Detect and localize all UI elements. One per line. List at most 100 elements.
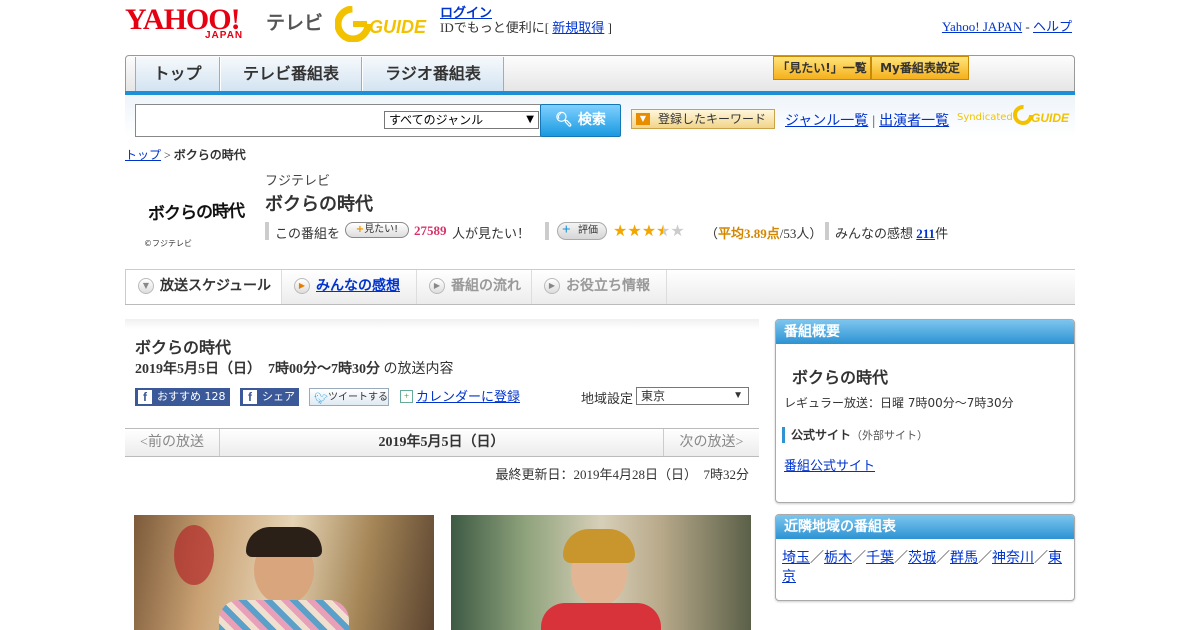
facebook-share-label: シェア: [262, 390, 295, 403]
photo-flowers: [174, 525, 214, 585]
broadcast-datetime: 2019年5月5日（日） 7時00分～7時30分 の放送内容: [135, 358, 454, 378]
tab-nagare[interactable]: ▶ 番組の流れ: [417, 270, 532, 304]
genre-select[interactable]: すべてのジャンル ▼: [384, 111, 539, 129]
photo-person-hair: [246, 527, 322, 557]
rate-button[interactable]: + 評価: [557, 222, 607, 240]
nav-tab-radio-schedule[interactable]: ラジオ番組表: [362, 57, 504, 92]
rating-open: （: [705, 226, 719, 241]
rating-average-value: 平均3.89点: [718, 226, 780, 241]
mitai-suffix: 人が見たい！: [452, 226, 531, 241]
play-arrow-icon: ▶: [429, 278, 445, 294]
broadcast-title: ボクらの時代: [135, 338, 232, 357]
play-arrow-icon: ▶: [294, 278, 310, 294]
rating-people: /53人）: [779, 226, 823, 241]
station-name: フジテレビ: [265, 174, 331, 189]
search-button[interactable]: 🔍︎ 検索: [540, 104, 621, 137]
facebook-icon: f: [243, 390, 257, 404]
header-dash: -: [1022, 19, 1033, 34]
calendar-register-label: カレンダーに登録: [416, 389, 521, 404]
region-link-ibaraki[interactable]: 茨城: [908, 550, 936, 566]
main-nav: トップ テレビ番組表 ラジオ番組表 「見たい!」一覧 My番組表設定: [125, 55, 1075, 93]
nav-tab-top[interactable]: トップ: [135, 57, 220, 92]
official-site-link[interactable]: 番組公式サイト: [784, 455, 875, 474]
login-link[interactable]: ログイン: [440, 5, 492, 20]
photo-person-shirt: [219, 600, 349, 630]
program-logo: ボクらの時代 ©フジテレビ: [140, 190, 250, 250]
header-right-links: Yahoo! JAPAN - ヘルプ: [942, 16, 1072, 35]
play-arrow-icon: ▶: [544, 278, 560, 294]
region-sep: ／: [1034, 550, 1048, 566]
plus-icon: +: [562, 222, 571, 238]
share-row: f おすすめ 128 f シェア 🐦︎ ツイートする + カレンダーに登録: [135, 388, 575, 406]
breadcrumb-sep: >: [161, 148, 174, 162]
photo-person-hair: [563, 529, 635, 563]
my-bangumi-settings-button[interactable]: My番組表設定: [871, 56, 969, 80]
yahoo-japan-link[interactable]: Yahoo! JAPAN: [942, 19, 1022, 34]
region-label: 地域設定: [581, 391, 634, 406]
broadcast-date: 2019年5月5日（日） 7時00分～7時30分: [135, 362, 380, 377]
official-site-note: （外部サイト）: [851, 429, 929, 442]
region-link-chiba[interactable]: 千葉: [866, 550, 894, 566]
mitai-count: 27589: [414, 223, 447, 238]
breadcrumb: トップ > ボクらの時代: [125, 146, 246, 163]
region-sep: ／: [894, 550, 908, 566]
mitai-list-button[interactable]: 「見たい!」一覧: [773, 56, 871, 80]
region-sep: ／: [810, 550, 824, 566]
gguide-logo[interactable]: GUIDE: [334, 5, 433, 43]
region-select-value: 東京: [641, 389, 666, 403]
broadcast-day-nav: <前の放送 2019年5月5日（日） 次の放送>: [125, 428, 759, 457]
nav-tab-tv-schedule[interactable]: テレビ番組表: [220, 57, 362, 92]
search-button-label: 検索: [577, 112, 606, 128]
tab-schedule-label: 放送スケジュール: [160, 278, 272, 294]
performers-list-link[interactable]: 出演者一覧: [879, 114, 949, 129]
genre-list-link[interactable]: ジャンル一覧: [785, 114, 868, 129]
id-suffix: ]: [604, 20, 612, 35]
chevron-down-icon: ▼: [526, 114, 534, 125]
help-link[interactable]: ヘルプ: [1033, 19, 1072, 34]
facebook-recommend-button[interactable]: f おすすめ 128: [135, 388, 230, 406]
login-area: ログイン IDでもっと便利に[ 新規取得 ]: [440, 5, 612, 35]
syndicated-gguide-logo: Syndicated GUIDE: [957, 103, 1072, 127]
gguide-logo-text: GUIDE: [369, 17, 427, 37]
tab-schedule[interactable]: ▼ 放送スケジュール: [125, 270, 282, 304]
rating-average: （平均3.89点/53人）: [705, 223, 822, 242]
program-photo: [451, 515, 751, 630]
star-icon: ★: [641, 223, 657, 240]
syndicated-label: Syndicated: [957, 112, 1013, 123]
breadcrumb-top-link[interactable]: トップ: [125, 148, 161, 162]
official-site-heading: 公式サイト（外部サイト）: [782, 427, 928, 443]
facebook-share-button[interactable]: f シェア: [240, 388, 299, 406]
region-sep: ／: [852, 550, 866, 566]
yahoo-logo-sub: JAPAN: [205, 30, 244, 41]
mitai-button[interactable]: +見たい!: [345, 222, 409, 238]
facebook-icon: f: [138, 390, 152, 404]
kansou-label: みんなの感想: [835, 226, 917, 241]
yahoo-logo[interactable]: YAHOO! JAPAN: [125, 5, 265, 42]
region-select[interactable]: 東京 ▼: [636, 387, 749, 405]
star-empty-icon: ★: [670, 223, 685, 240]
tab-info[interactable]: ▶ お役立ち情報: [532, 270, 667, 304]
region-link-tochigi[interactable]: 栃木: [824, 550, 852, 566]
prev-broadcast-link[interactable]: <前の放送: [125, 429, 220, 456]
region-link-gunma[interactable]: 群馬: [950, 550, 978, 566]
genre-select-value: すべてのジャンル: [389, 113, 484, 127]
program-title: ボクらの時代: [265, 194, 373, 215]
star-icon: ★: [613, 223, 628, 240]
register-link[interactable]: 新規取得: [552, 20, 604, 35]
calendar-register-link[interactable]: + カレンダーに登録: [400, 388, 520, 406]
star-half-icon: ★: [656, 223, 671, 240]
kansou-count-link[interactable]: 211: [916, 226, 935, 241]
star-icon: ★: [627, 223, 642, 240]
kansou-unit: 件: [935, 226, 949, 241]
program-logo-copyright: ©フジテレビ: [144, 239, 192, 248]
registered-keyword-label: 登録したキーワード: [658, 112, 767, 126]
region-link-kanagawa[interactable]: 神奈川: [992, 550, 1034, 566]
tweet-button[interactable]: 🐦︎ ツイートする: [309, 388, 389, 406]
region-link-saitama[interactable]: 埼玉: [782, 550, 810, 566]
next-broadcast-link[interactable]: 次の放送>: [663, 429, 759, 456]
tab-kansou[interactable]: ▶ みんなの感想: [282, 270, 417, 304]
registered-keyword-button[interactable]: ▼ 登録したキーワード: [631, 109, 775, 129]
program-logo-text: ボクらの時代: [147, 201, 245, 225]
breadcrumb-current: ボクらの時代: [173, 148, 246, 162]
kansou-count: みんなの感想 211件: [835, 223, 948, 242]
